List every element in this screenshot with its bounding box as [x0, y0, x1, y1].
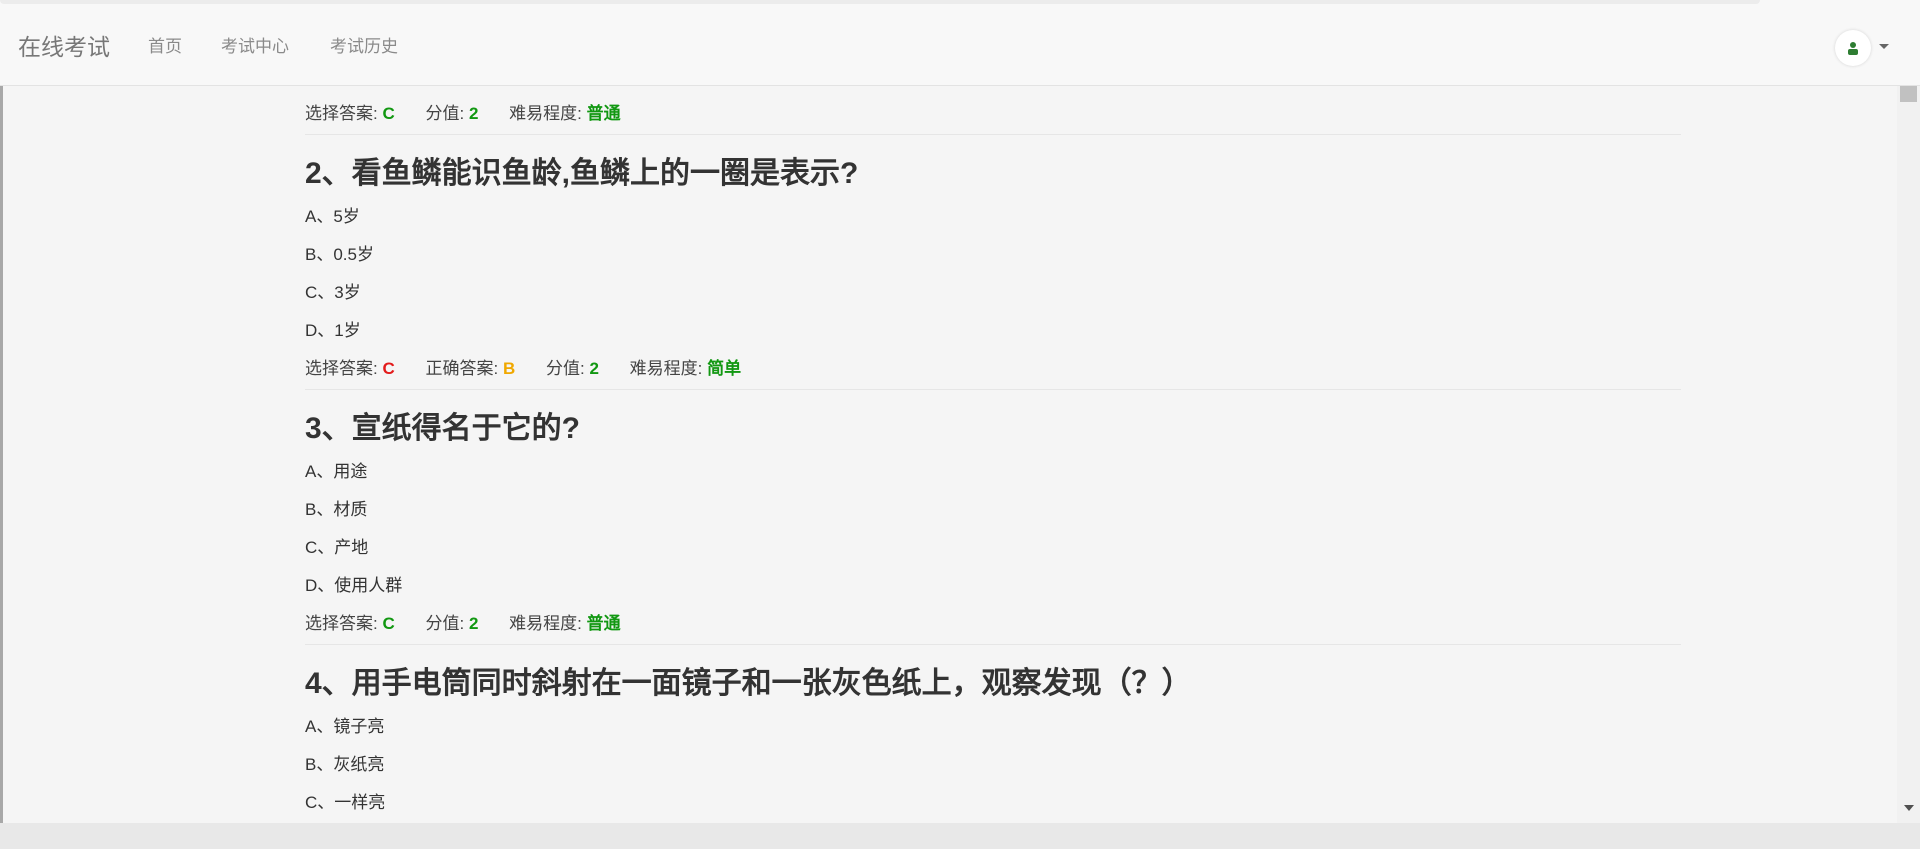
question-title: 2、看鱼鳞能识鱼龄,鱼鳞上的一圈是表示?	[305, 157, 859, 190]
option-a: A、镜子亮	[305, 717, 385, 736]
score-value: 2	[589, 359, 599, 378]
scrollbar-thumb[interactable]	[1900, 86, 1917, 102]
question-meta: 选择答案: C 正确答案: B 分值: 2 难易程度: 简单	[305, 359, 742, 378]
question-meta: 选择答案: C 分值: 2 难易程度: 普通	[305, 614, 621, 633]
browser-edge	[0, 0, 1760, 4]
option-c: C、一样亮	[305, 793, 386, 812]
divider	[305, 389, 1681, 390]
question-title: 3、宣纸得名于它的?	[305, 412, 581, 445]
exam-review-area: 选择答案: C 分值: 2 难易程度: 普通 2、看鱼鳞能识鱼龄,鱼鳞上的一圈是…	[0, 86, 1920, 823]
brand-title[interactable]: 在线考试	[18, 28, 110, 62]
vertical-scrollbar[interactable]	[1897, 86, 1920, 823]
bottom-bar	[0, 823, 1920, 849]
nav-exam-center[interactable]: 考试中心	[221, 32, 289, 57]
nav-exam-history[interactable]: 考试历史	[330, 32, 398, 57]
selected-answer: C	[382, 614, 395, 633]
option-b: B、0.5岁	[305, 245, 374, 264]
scroll-down-arrow-icon[interactable]	[1904, 805, 1914, 811]
question-1: 选择答案: C 分值: 2 难易程度: 普通	[305, 86, 1681, 135]
user-avatar[interactable]	[1835, 30, 1871, 66]
navbar: 在线考试 首页 考试中心 考试历史	[0, 0, 1920, 86]
user-icon	[1848, 42, 1858, 55]
page-left-border	[0, 86, 3, 823]
question-meta: 选择答案: C 分值: 2 难易程度: 普通	[305, 104, 621, 123]
question-title: 4、用手电筒同时斜射在一面镜子和一张灰色纸上，观察发现（？）	[305, 667, 1192, 700]
option-a: A、5岁	[305, 207, 360, 226]
difficulty-value: 普通	[586, 104, 621, 123]
nav-home[interactable]: 首页	[148, 32, 182, 57]
option-c: C、3岁	[305, 283, 361, 302]
divider	[305, 134, 1681, 135]
divider	[305, 644, 1681, 645]
option-c: C、产地	[305, 538, 369, 557]
option-d: D、1岁	[305, 321, 361, 340]
difficulty-value: 普通	[586, 614, 621, 633]
option-b: B、灰纸亮	[305, 755, 385, 774]
question-4: 4、用手电筒同时斜射在一面镜子和一张灰色纸上，观察发现（？） A、镜子亮 B、灰…	[305, 664, 1681, 814]
option-b: B、材质	[305, 500, 368, 519]
chevron-down-icon[interactable]	[1879, 44, 1889, 49]
option-a: A、用途	[305, 462, 368, 481]
correct-answer: B	[502, 359, 516, 378]
selected-answer: C	[382, 104, 395, 123]
question-3: 3、宣纸得名于它的? A、用途 B、材质 C、产地 D、使用人群 选择答案: C…	[305, 409, 1681, 645]
score-value: 2	[468, 614, 479, 633]
question-2: 2、看鱼鳞能识鱼龄,鱼鳞上的一圈是表示? A、5岁 B、0.5岁 C、3岁 D、…	[305, 154, 1681, 390]
score-value: 2	[468, 104, 479, 123]
selected-answer: C	[382, 359, 395, 378]
difficulty-value: 简单	[707, 359, 742, 378]
question-list: 选择答案: C 分值: 2 难易程度: 普通 2、看鱼鳞能识鱼龄,鱼鳞上的一圈是…	[305, 86, 1681, 814]
option-d: D、使用人群	[305, 576, 403, 595]
